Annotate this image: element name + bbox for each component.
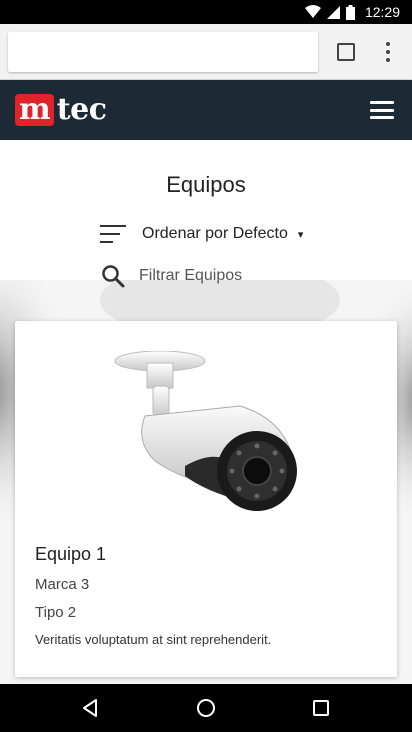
sort-dropdown[interactable]: Ordenar por Defecto ▾ xyxy=(100,220,303,248)
page-title: Equipos xyxy=(166,172,246,197)
card-description: Veritatis voluptatum at sint reprehender… xyxy=(35,632,272,647)
tabs-icon[interactable] xyxy=(337,43,355,61)
security-camera-image xyxy=(114,351,297,511)
home-icon[interactable] xyxy=(176,684,236,732)
logo-mark: m xyxy=(15,94,54,126)
mtec-logo[interactable]: m tec xyxy=(15,92,107,127)
sort-label: Ordenar por Defecto xyxy=(142,225,288,242)
wifi-icon xyxy=(304,5,321,18)
card-title: Equipo 1 xyxy=(35,544,107,564)
search-icon xyxy=(102,265,125,288)
card-brand: Marca 3 xyxy=(35,576,90,593)
overflow-menu-icon[interactable] xyxy=(380,40,396,64)
browser-toolbar xyxy=(0,24,412,80)
sort-icon xyxy=(100,225,126,243)
card-type: Tipo 2 xyxy=(35,604,77,621)
status-bar: 12:29 xyxy=(0,0,412,24)
filter-placeholder: Filtrar Equipos xyxy=(139,267,243,284)
equipment-card[interactable]: Equipo 1 Marca 3 Tipo 2 Veritatis volupt… xyxy=(15,321,397,677)
battery-icon xyxy=(345,4,355,20)
logo-text: tec xyxy=(56,92,107,127)
chevron-down-icon: ▾ xyxy=(297,228,304,241)
status-time: 12:29 xyxy=(364,4,400,20)
recents-icon[interactable] xyxy=(291,684,351,732)
url-input[interactable] xyxy=(8,32,318,72)
main-content: Equipos Ordenar por Defecto ▾ Filtrar Eq… xyxy=(0,140,412,684)
navigation-bar xyxy=(0,684,412,732)
filter-input[interactable]: Filtrar Equipos xyxy=(101,262,242,290)
signal-icon xyxy=(326,5,340,19)
site-header: m tec xyxy=(0,80,412,140)
back-icon[interactable] xyxy=(60,684,120,732)
hamburger-icon[interactable] xyxy=(370,101,394,119)
